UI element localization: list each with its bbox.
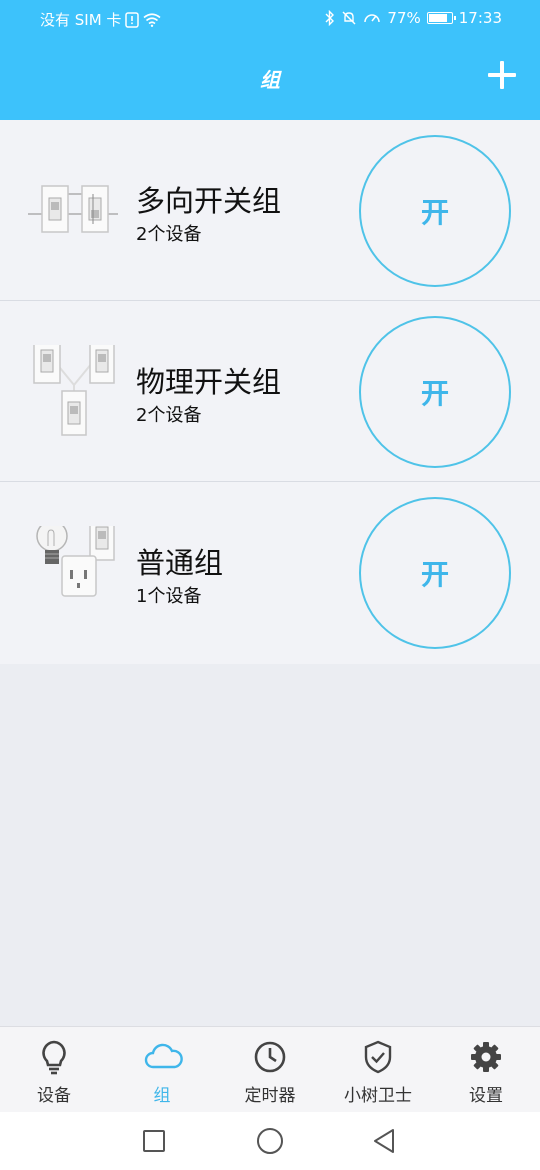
group-list: 多向开关组 2个设备 开 物理开关组 2个设备 开 普通组 1个设备 开 bbox=[0, 120, 540, 664]
recent-apps-button[interactable] bbox=[143, 1130, 165, 1152]
device-count: 2个设备 bbox=[136, 405, 202, 426]
tab-settings[interactable]: 设置 bbox=[432, 1027, 540, 1113]
tab-label: 小树卫士 bbox=[344, 1086, 412, 1106]
tab-label: 组 bbox=[153, 1086, 171, 1106]
normal-group-icon bbox=[36, 526, 115, 597]
tab-guard[interactable]: 小树卫士 bbox=[324, 1027, 432, 1113]
bulb-icon bbox=[42, 1040, 66, 1075]
physical-switch-group-icon bbox=[33, 345, 115, 436]
tab-devices[interactable]: 设备 bbox=[0, 1027, 108, 1113]
tab-timer[interactable]: 定时器 bbox=[216, 1027, 324, 1113]
status-bar: 没有 SIM 卡 77% 17:33 bbox=[0, 0, 540, 38]
carrier-text: 没有 SIM 卡 bbox=[40, 11, 122, 29]
group-row[interactable]: 多向开关组 2个设备 开 bbox=[0, 120, 540, 301]
group-on-button[interactable]: 开 bbox=[359, 135, 511, 287]
tab-label: 定时器 bbox=[244, 1086, 296, 1106]
clock-time: 17:33 bbox=[458, 9, 502, 27]
bluetooth-icon bbox=[325, 10, 335, 26]
sim-alert-icon bbox=[125, 11, 140, 28]
device-count: 1个设备 bbox=[136, 586, 202, 607]
clock-icon bbox=[254, 1041, 286, 1073]
app-header: 没有 SIM 卡 77% 17:33 组 bbox=[0, 0, 540, 120]
group-name: 多向开关组 bbox=[136, 184, 282, 218]
group-on-button[interactable]: 开 bbox=[359, 316, 511, 468]
wifi-icon bbox=[143, 12, 161, 27]
speed-icon bbox=[364, 14, 381, 23]
back-button[interactable] bbox=[372, 1128, 396, 1154]
group-on-button[interactable]: 开 bbox=[359, 497, 511, 649]
battery-icon bbox=[426, 12, 456, 24]
bottom-tab-bar: 设备 组 定时器 小树卫士 设置 bbox=[0, 1026, 540, 1112]
group-row[interactable]: 物理开关组 2个设备 开 bbox=[0, 301, 540, 482]
add-group-button[interactable] bbox=[488, 60, 518, 90]
group-row[interactable]: 普通组 1个设备 开 bbox=[0, 482, 540, 664]
group-name: 物理开关组 bbox=[136, 365, 282, 399]
multi-switch-group-icon bbox=[28, 185, 118, 233]
page-title: 组 bbox=[260, 68, 280, 92]
tab-groups[interactable]: 组 bbox=[108, 1027, 216, 1113]
group-name: 普通组 bbox=[136, 546, 224, 580]
tab-label: 设备 bbox=[37, 1086, 71, 1106]
home-button[interactable] bbox=[257, 1128, 283, 1154]
tab-label: 设置 bbox=[469, 1086, 503, 1106]
battery-percent: 77% bbox=[387, 9, 421, 27]
shield-check-icon bbox=[364, 1040, 392, 1074]
device-count: 2个设备 bbox=[136, 224, 202, 245]
cloud-icon bbox=[144, 1043, 183, 1069]
system-nav-bar bbox=[0, 1112, 540, 1170]
mute-bell-icon bbox=[342, 11, 356, 25]
gear-icon bbox=[471, 1042, 501, 1072]
